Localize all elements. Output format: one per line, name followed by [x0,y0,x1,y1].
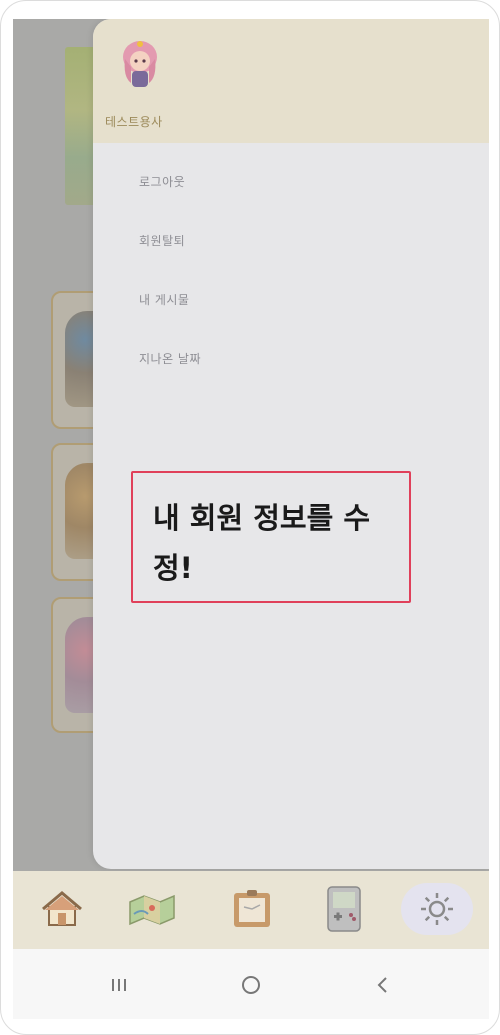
navigation-drawer: 테스트용사 로그아웃 회원탈퇴 내 게시물 지나온 날짜 내 회원 정보를 수정… [93,19,489,869]
chevron-left-icon [377,977,387,993]
nav-settings-button[interactable] [401,883,473,935]
pink-hair-character-icon [123,41,157,87]
menu-item-withdraw-membership[interactable]: 회원탈퇴 [139,232,201,291]
drawer-menu: 로그아웃 회원탈퇴 내 게시물 지나온 날짜 [139,173,201,409]
nav-game-button[interactable] [317,883,371,935]
drawer-header: 테스트용사 [93,19,489,143]
circle-home-icon [242,976,260,994]
game-console-icon [327,886,361,932]
nav-board-button[interactable] [225,883,279,935]
username-label: 테스트용사 [105,115,163,129]
recent-apps-icon [112,979,126,991]
avatar [117,37,163,93]
menu-item-past-dates[interactable]: 지나온 날짜 [139,350,201,409]
nav-map-button[interactable] [125,883,179,935]
menu-item-my-posts[interactable]: 내 게시물 [139,291,201,350]
system-navigation-bar [13,949,489,1019]
bottom-navigation-bar [13,871,489,949]
annotation-callout: 내 회원 정보를 수정! [131,471,411,603]
settings-gear-icon [421,893,453,925]
recent-apps-button[interactable] [99,965,139,1005]
nav-home-button[interactable] [35,883,89,935]
system-back-button[interactable] [363,965,403,1005]
app-screen: 테스트용사 로그아웃 회원탈퇴 내 게시물 지나온 날짜 내 회원 정보를 수정… [13,19,489,1019]
map-icon [129,894,175,926]
menu-item-logout[interactable]: 로그아웃 [139,173,201,232]
home-icon [42,891,82,926]
phone-frame: 테스트용사 로그아웃 회원탈퇴 내 게시물 지나온 날짜 내 회원 정보를 수정… [0,0,500,1035]
board-icon [234,890,270,927]
system-home-button[interactable] [231,965,271,1005]
